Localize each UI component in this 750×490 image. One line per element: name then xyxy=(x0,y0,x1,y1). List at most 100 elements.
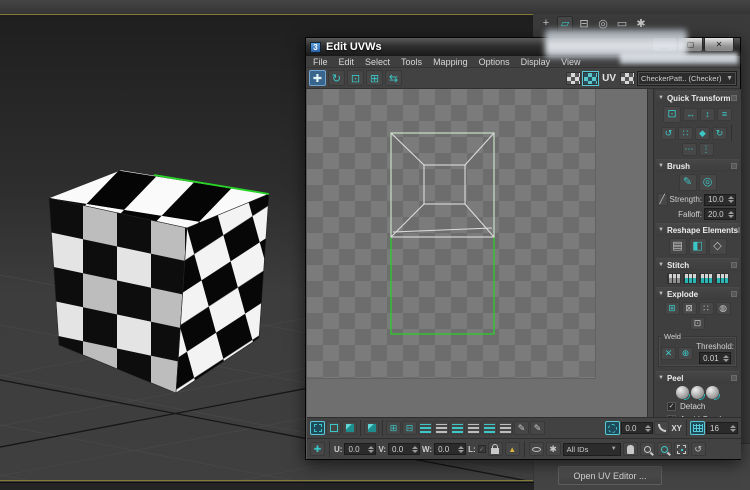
scale-tool-icon[interactable]: ⊡ xyxy=(347,70,364,86)
mirror-tool-icon[interactable]: ⇆ xyxy=(385,70,402,86)
spin-down-icon[interactable] xyxy=(458,449,465,453)
flatten-by-face-icon[interactable]: ∷ xyxy=(698,302,714,315)
soft-selection-spinner[interactable]: 0.0 xyxy=(621,422,654,434)
relax-icon[interactable]: ◇ xyxy=(708,238,727,255)
rollout-explode[interactable]: ▼ Explode xyxy=(656,287,739,300)
rollout-reshape-elements[interactable]: ▼ Reshape Elements xyxy=(656,223,741,236)
menu-file[interactable]: File xyxy=(313,57,328,67)
flatten-by-group-icon[interactable]: ⊞ xyxy=(664,302,680,315)
pan-icon[interactable] xyxy=(622,442,638,456)
move-brush-icon[interactable]: ✎ xyxy=(678,174,697,191)
align-pivot-icon[interactable]: ⊡ xyxy=(663,106,681,123)
show-map-icon[interactable] xyxy=(566,71,582,85)
relax-until-flat-icon[interactable]: ◧ xyxy=(688,238,707,255)
menu-view[interactable]: View xyxy=(561,57,580,67)
space-horizontal-icon[interactable]: ∷ xyxy=(678,126,693,140)
edge-mode-icon[interactable] xyxy=(326,421,341,435)
absolute-typein-icon[interactable]: ✚ xyxy=(310,442,325,456)
edge-limit-spinner[interactable]: 16 xyxy=(706,422,738,434)
freeform-tool-icon[interactable]: ⊞ xyxy=(366,70,383,86)
relax-brush-icon[interactable]: ◎ xyxy=(698,174,717,191)
lock-selection-icon[interactable] xyxy=(487,442,503,456)
distribute-v-icon[interactable]: ⋮ xyxy=(698,143,714,156)
u-spinner[interactable]: 0.0 xyxy=(344,443,377,455)
element-mode-icon[interactable] xyxy=(364,421,379,435)
peel-mode-icon[interactable] xyxy=(691,386,705,400)
target-weld-icon[interactable]: ⊕ xyxy=(678,346,693,360)
straighten-selection-icon[interactable]: ▤ xyxy=(668,238,687,255)
quick-peel-icon[interactable] xyxy=(676,386,690,400)
zoom-extents-icon[interactable] xyxy=(673,442,689,456)
spin-up-icon[interactable] xyxy=(728,210,734,214)
strength-spinner[interactable]: 10.0 xyxy=(704,193,736,206)
rollout-quick-transform[interactable]: ▼ Quick Transform xyxy=(656,91,739,104)
shrink-selection-icon[interactable]: ⊟ xyxy=(402,421,417,435)
move-tool-icon[interactable]: ✚ xyxy=(309,70,326,86)
align-vertical-icon[interactable]: ↕ xyxy=(700,108,715,121)
material-id-filter-dropdown[interactable]: All IDs ▼ xyxy=(562,442,621,456)
spin-down-icon[interactable] xyxy=(412,449,419,453)
zoom-to-gizmo-icon[interactable]: ↺ xyxy=(690,442,706,456)
spin-up-icon[interactable] xyxy=(723,354,730,358)
spin-down-icon[interactable] xyxy=(723,358,730,362)
uv-space-label[interactable]: UV xyxy=(600,73,618,84)
rollout-peel[interactable]: ▼ Peel xyxy=(656,371,739,384)
falloff-space-label[interactable]: XY xyxy=(670,424,683,433)
rotate-cw-icon[interactable]: ↻ xyxy=(712,126,727,140)
align-horizontal-icon[interactable]: ↔ xyxy=(683,108,698,121)
v-spinner[interactable]: 0.0 xyxy=(388,443,421,455)
weld-selected-icon[interactable]: ✕ xyxy=(661,346,676,360)
paint-select-icon[interactable]: ✎ xyxy=(514,421,529,435)
select-by-element-icon[interactable] xyxy=(498,421,513,435)
falloff-type-icon[interactable]: ╱ xyxy=(657,193,668,206)
lock-aspect-checkbox[interactable]: ✓ xyxy=(477,445,486,453)
flatten-by-id-icon[interactable]: ⊠ xyxy=(681,302,697,315)
stitch-to-source-icon[interactable] xyxy=(698,273,713,284)
rotate-tool-icon[interactable]: ↻ xyxy=(328,70,345,86)
checker-tiling-icon[interactable] xyxy=(582,70,600,86)
w-spinner[interactable]: 0.0 xyxy=(434,443,467,455)
texture-list-icon[interactable] xyxy=(620,71,635,85)
close-button[interactable]: ✕ xyxy=(704,38,734,52)
stitch-custom-icon[interactable] xyxy=(666,273,681,284)
spin-down-icon[interactable] xyxy=(368,449,375,453)
spin-up-icon[interactable] xyxy=(458,445,465,449)
material-dropdown[interactable]: CheckerPatt.. (Checker) ▼ xyxy=(637,70,737,86)
stitch-to-target-icon[interactable] xyxy=(682,273,697,284)
soft-selection-icon[interactable] xyxy=(605,421,621,435)
zoom-icon[interactable] xyxy=(639,442,655,456)
pelt-map-icon[interactable] xyxy=(706,386,720,400)
distribute-h-icon[interactable]: ⋯ xyxy=(681,143,697,156)
menu-options[interactable]: Options xyxy=(479,57,510,67)
rollout-brush[interactable]: ▼ Brush xyxy=(656,159,739,172)
falloff-curve-icon[interactable] xyxy=(654,421,670,435)
select-by-ring-icon[interactable] xyxy=(450,421,465,435)
ignore-backfacing-icon[interactable] xyxy=(482,421,497,435)
vertex-mode-icon[interactable] xyxy=(310,421,325,435)
spin-up-icon[interactable] xyxy=(728,196,734,199)
zoom-region-icon[interactable] xyxy=(656,442,672,456)
grow-selection-icon[interactable]: ⊞ xyxy=(386,421,401,435)
spin-down-icon[interactable] xyxy=(645,428,652,432)
filter-selected-faces-icon[interactable]: ▲ xyxy=(504,442,520,456)
menu-tools[interactable]: Tools xyxy=(401,57,422,67)
limit-soft-selection-icon[interactable] xyxy=(690,421,705,435)
rollout-stitch[interactable]: ▼ Stitch xyxy=(656,258,739,271)
menu-select[interactable]: Select xyxy=(365,57,390,67)
rotate-ccw-icon[interactable]: ↺ xyxy=(661,126,676,140)
grow-loop-icon[interactable] xyxy=(434,421,449,435)
threshold-spinner[interactable]: 0.01 xyxy=(699,352,732,364)
explode-to-faces-icon[interactable]: ⊡ xyxy=(690,317,705,330)
uv-editor-canvas[interactable] xyxy=(307,89,647,417)
hide-by-id-icon[interactable] xyxy=(528,442,544,456)
spin-down-icon[interactable] xyxy=(728,200,734,203)
grow-ring-icon[interactable] xyxy=(466,421,481,435)
freeze-icon[interactable]: ✱ xyxy=(545,442,561,456)
spin-up-icon[interactable] xyxy=(645,424,652,428)
linear-align-icon[interactable]: ≡ xyxy=(717,108,732,121)
spin-up-icon[interactable] xyxy=(730,424,736,428)
flatten-custom-icon[interactable]: ◍ xyxy=(715,302,731,315)
align-element-icon[interactable]: ◆ xyxy=(695,126,710,140)
spin-down-icon[interactable] xyxy=(730,428,736,432)
menu-edit[interactable]: Edit xyxy=(339,57,355,67)
